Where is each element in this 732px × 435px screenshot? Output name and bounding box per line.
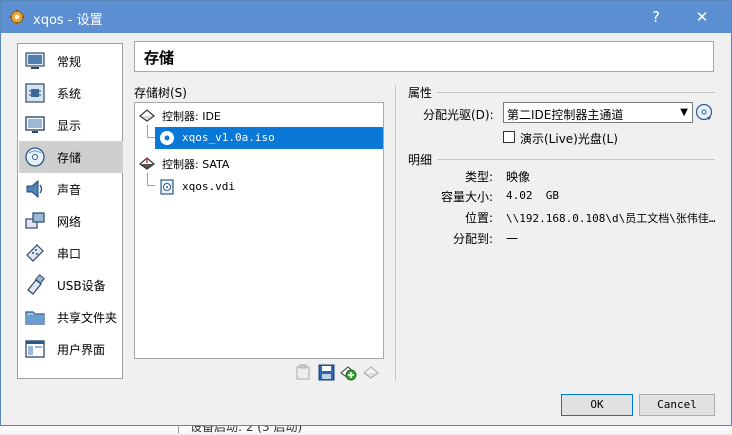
page-title: 存储 xyxy=(144,49,175,67)
serial-port-icon xyxy=(26,244,44,262)
detail-type-value: 映像 xyxy=(506,170,531,184)
sidebar-item-label: 声音 xyxy=(57,183,82,197)
sidebar-item-storage[interactable]: 存储 xyxy=(19,141,123,173)
help-button[interactable]: ? xyxy=(633,1,679,33)
sidebar-item-network[interactable]: 网络 xyxy=(19,205,123,237)
details-divider xyxy=(437,159,715,160)
detail-location-key: 位置: xyxy=(465,211,494,225)
tree-connector xyxy=(147,125,148,137)
cancel-button[interactable]: Cancel xyxy=(639,394,715,416)
sidebar-item-label: 串口 xyxy=(57,247,82,261)
details-heading: 明细 xyxy=(408,153,433,167)
tree-connector xyxy=(147,173,148,185)
sidebar-item-label: 存储 xyxy=(57,151,82,165)
live-cd-checkbox[interactable] xyxy=(503,131,515,143)
sidebar-item-label: 显示 xyxy=(57,119,82,133)
system-icon xyxy=(25,83,45,103)
detail-attached-key: 分配到: xyxy=(453,232,494,246)
sidebar-item-audio[interactable]: 声音 xyxy=(19,173,123,205)
controller-icon xyxy=(139,109,155,122)
title-bar[interactable]: xqos - 设置 ? ✕ xyxy=(1,1,731,33)
attributes-divider xyxy=(437,92,715,93)
optical-disc-icon xyxy=(160,131,174,145)
tree-row-text: xqos_v1.0a.iso xyxy=(182,131,275,144)
window-title: xqos - 设置 xyxy=(33,13,103,28)
tree-row-text: 控制器: SATA xyxy=(162,158,230,171)
usb-icon xyxy=(27,274,45,295)
storage-tree[interactable]: 控制器: IDE xqos_v1.0a.iso 控制器: SATA xqos.v… xyxy=(134,102,384,359)
gear-icon xyxy=(9,9,25,25)
controller-icon xyxy=(139,157,155,170)
optical-drive-label: 分配光驱(D): xyxy=(423,108,494,122)
remove-attachment-icon[interactable] xyxy=(295,364,312,381)
page-title-box: 存储 xyxy=(134,41,714,72)
sidebar-item-shared-folders[interactable]: 共享文件夹 xyxy=(19,301,123,333)
network-icon xyxy=(25,212,45,229)
detail-attached-value: 一 xyxy=(506,232,519,246)
sidebar-item-label: 用户界面 xyxy=(57,343,106,357)
dropdown-arrow-icon: ▼ xyxy=(680,107,688,118)
close-button[interactable]: ✕ xyxy=(679,1,725,33)
user-interface-icon xyxy=(25,340,45,358)
sidebar-item-usb[interactable]: USB设备 xyxy=(19,269,123,301)
tree-controller-sata[interactable]: 控制器: SATA xyxy=(135,152,383,174)
panel-divider xyxy=(395,85,396,381)
audio-icon xyxy=(26,179,43,199)
sidebar-item-display[interactable]: 显示 xyxy=(19,109,123,141)
optical-drive-value: 第二IDE控制器主通道 xyxy=(507,108,624,122)
tree-row-text: 控制器: IDE xyxy=(162,110,221,123)
shared-folder-icon xyxy=(25,311,45,325)
sidebar-item-serial-port[interactable]: 串口 xyxy=(19,237,123,269)
tree-item-optical[interactable]: xqos_v1.0a.iso xyxy=(155,127,383,149)
detail-type-key: 类型: xyxy=(465,170,494,184)
sidebar-item-system[interactable]: 系统 xyxy=(19,77,123,109)
sidebar-item-label: 系统 xyxy=(57,87,82,101)
tree-connector xyxy=(147,185,155,186)
attributes-heading: 属性 xyxy=(408,86,433,100)
hard-disk-icon xyxy=(160,179,174,195)
general-icon xyxy=(25,52,45,69)
sidebar-item-general[interactable]: 常规 xyxy=(19,45,123,77)
settings-sidebar: 常规 系统 显示 存储 声音 网络 串口 USB设备 共享文件夹 用户界面 xyxy=(17,43,123,379)
sidebar-item-user-interface[interactable]: 用户界面 xyxy=(19,333,123,365)
sidebar-item-label: 网络 xyxy=(57,215,82,229)
add-controller-icon[interactable] xyxy=(340,364,357,381)
save-disk-icon[interactable] xyxy=(318,364,335,381)
choose-disc-icon[interactable] xyxy=(695,103,713,121)
storage-icon xyxy=(25,147,45,167)
optical-drive-select[interactable]: 第二IDE控制器主通道 ▼ xyxy=(503,102,693,123)
sidebar-item-label: USB设备 xyxy=(57,279,106,293)
tree-connector xyxy=(147,137,155,138)
live-cd-label[interactable]: 演示(Live)光盘(L) xyxy=(520,130,618,147)
detail-location-value: \\192.168.0.108\d\员工文档\张伟佳… xyxy=(506,212,716,225)
detail-size-key: 容量大小: xyxy=(441,190,494,204)
settings-dialog: xqos - 设置 ? ✕ 常规 系统 显示 存储 声音 网络 串口 USB设备… xyxy=(0,0,732,426)
display-icon xyxy=(25,116,45,133)
tree-controller-ide[interactable]: 控制器: IDE xyxy=(135,104,383,126)
storage-tree-label: 存储树(S) xyxy=(134,86,187,100)
detail-size-value: 4.02 GB xyxy=(506,189,559,202)
sidebar-item-label: 常规 xyxy=(57,55,82,69)
tree-item-disk[interactable]: xqos.vdi xyxy=(155,176,383,198)
remove-controller-icon[interactable] xyxy=(363,364,380,381)
sidebar-item-label: 共享文件夹 xyxy=(57,311,118,325)
ok-button[interactable]: OK xyxy=(561,394,633,416)
tree-row-text: xqos.vdi xyxy=(182,180,235,193)
